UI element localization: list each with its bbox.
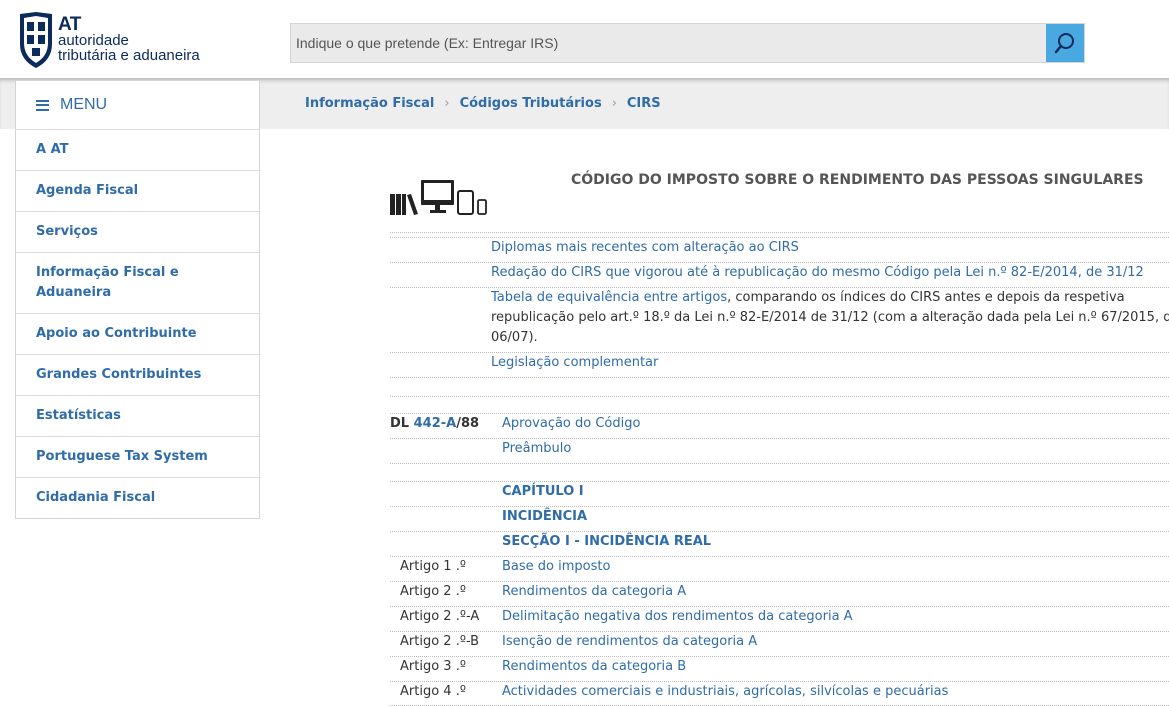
article-link[interactable]: Delimitação negativa dos rendimentos da … — [502, 607, 853, 627]
sidebar-item-apoio-contribuinte[interactable]: Apoio ao Contribuinte — [16, 314, 259, 355]
search-icon — [1054, 33, 1074, 54]
divider — [390, 396, 1169, 397]
link-incidencia[interactable]: INCIDÊNCIA — [502, 507, 587, 527]
at-logo[interactable]: AT autoridade tributária e aduaneira — [16, 12, 236, 68]
link-redacao-cirs[interactable]: Redação do CIRS que vigorou até à republ… — [491, 263, 1144, 283]
sidebar-item-grandes-contribuintes[interactable]: Grandes Contribuintes — [16, 355, 259, 396]
link-dl-number[interactable]: 442-A — [414, 416, 457, 431]
link-capitulo-i[interactable]: CAPÍTULO I — [502, 482, 584, 502]
sidebar-item-portuguese-tax-system[interactable]: Portuguese Tax System — [16, 437, 259, 478]
sidebar-item-agenda-fiscal[interactable]: Agenda Fiscal — [16, 171, 259, 212]
chevron-right-icon: › — [611, 96, 617, 111]
breadcrumb-cirs[interactable]: CIRS — [627, 96, 661, 111]
link-tabela-equivalencia[interactable]: Tabela de equivalência entre artigos — [491, 290, 727, 305]
search-button[interactable] — [1046, 24, 1084, 62]
sidebar-item-informacao-fiscal[interactable]: Informação Fiscal e Aduaneira — [16, 253, 259, 314]
breadcrumb-informacao-fiscal[interactable]: Informação Fiscal — [305, 96, 434, 111]
article-number: Artigo 4 .º — [400, 684, 466, 699]
divider — [390, 232, 1169, 233]
link-diplomas-recentes[interactable]: Diplomas mais recentes com alteração ao … — [491, 238, 799, 258]
article-number: Artigo 2 .º-A — [400, 609, 480, 624]
search-input[interactable] — [291, 24, 1046, 62]
site-header: AT autoridade tributária e aduaneira — [0, 0, 1169, 78]
sidebar-item-a-at[interactable]: A AT — [16, 130, 259, 171]
link-legislacao-complementar[interactable]: Legislação complementar — [491, 353, 658, 373]
dl-suffix: /88 — [456, 416, 480, 431]
article-number: Artigo 3 .º — [400, 659, 466, 674]
search-box — [290, 23, 1085, 63]
link-preambulo[interactable]: Preâmbulo — [502, 439, 571, 459]
devices-illustration — [390, 180, 490, 221]
dl-reference: DL 442-A/88 — [390, 414, 479, 434]
menu-toggle[interactable]: MENU — [16, 81, 259, 130]
breadcrumb: Informação Fiscal › Códigos Tributários … — [305, 96, 661, 111]
divider — [390, 463, 1169, 464]
at-emblem-icon — [20, 12, 52, 68]
sidebar-item-estatisticas[interactable]: Estatísticas — [16, 396, 259, 437]
article-link[interactable]: Actividades comerciais e industriais, ag… — [502, 682, 948, 702]
logo-wordmark: AT autoridade tributária e aduaneira — [58, 14, 200, 64]
link-seccao-i[interactable]: SECÇÃO I - INCIDÊNCIA REAL — [502, 532, 711, 552]
tabela-desc-2: republicação pelo art.º 18.º da Lei n.º … — [491, 310, 1169, 325]
article-link[interactable]: Base do imposto — [502, 557, 610, 577]
tabela-desc-1: , comparando os índices do CIRS antes e … — [727, 290, 1125, 305]
tabela-desc-3: 06/07). — [491, 330, 538, 345]
article-link[interactable]: Rendimentos da categoria B — [502, 657, 686, 677]
article-number: Artigo 2 .º-B — [400, 634, 480, 649]
divider — [390, 377, 1169, 378]
link-aprovacao-codigo[interactable]: Aprovação do Código — [502, 414, 640, 434]
logo-at: AT — [58, 14, 81, 35]
article-link[interactable]: Rendimentos da categoria A — [502, 582, 686, 602]
sidebar-item-cidadania-fiscal[interactable]: Cidadania Fiscal — [16, 478, 259, 518]
tabela-equivalencia-text: Tabela de equivalência entre artigos, co… — [491, 288, 1125, 308]
article-link[interactable]: Isenção de rendimentos da categoria A — [502, 632, 757, 652]
article-number: Artigo 2 .º — [400, 584, 466, 599]
hamburger-icon — [36, 99, 49, 111]
logo-line1: autoridade — [58, 32, 129, 49]
logo-line2: tributária e aduaneira — [58, 47, 200, 64]
page-title: CÓDIGO DO IMPOSTO SOBRE O RENDIMENTO DAS… — [571, 172, 1144, 188]
breadcrumb-codigos-tributarios[interactable]: Códigos Tributários — [460, 96, 602, 111]
devices-icon — [390, 180, 487, 215]
menu-label: MENU — [60, 96, 108, 113]
sidebar-menu: MENU A AT Agenda Fiscal Serviços Informa… — [15, 80, 260, 519]
article-number: Artigo 1 .º — [400, 559, 466, 574]
chevron-right-icon: › — [444, 96, 450, 111]
dl-prefix: DL — [390, 416, 414, 431]
sidebar-item-servicos[interactable]: Serviços — [16, 212, 259, 253]
divider — [390, 705, 1169, 706]
